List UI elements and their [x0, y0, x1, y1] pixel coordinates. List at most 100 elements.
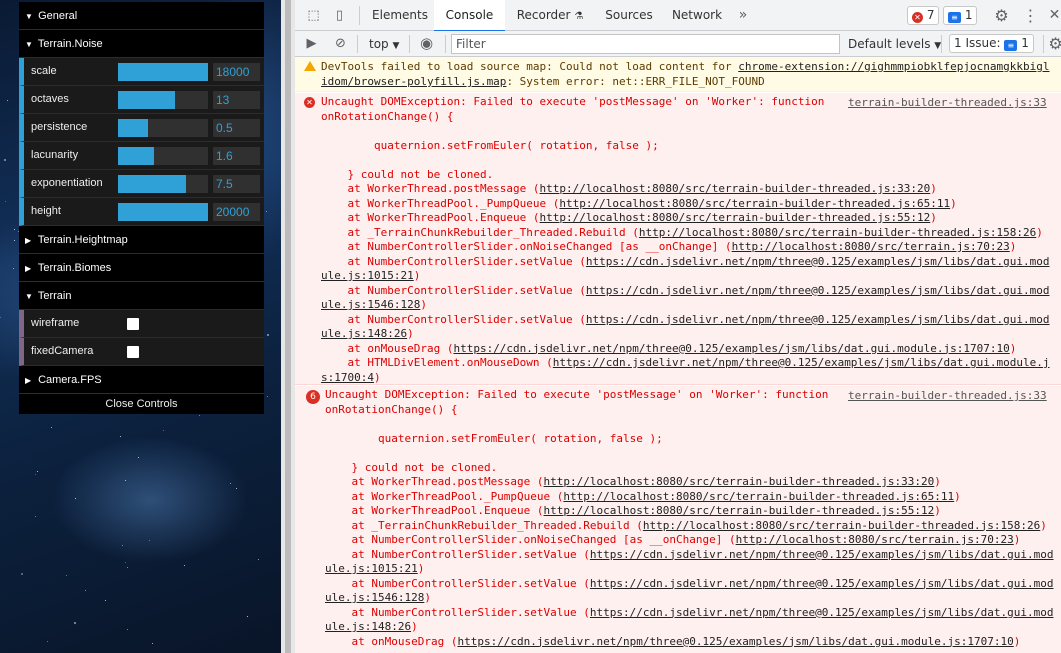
more-tabs-chevron-icon[interactable]: » — [731, 0, 755, 31]
inspect-element-icon[interactable]: ⬚ — [305, 7, 322, 24]
folder-camera-fps[interactable]: ▶ Camera.FPS — [19, 366, 264, 394]
clear-console-icon[interactable]: ⊘ — [332, 35, 349, 52]
gui-slider[interactable] — [118, 119, 208, 137]
stack-link[interactable]: ule.js:148:26 — [325, 620, 411, 633]
stack-link[interactable]: http://localhost:8080/src/terrain-builde… — [643, 519, 1040, 532]
resizer-bar — [285, 0, 291, 653]
tab-recorder[interactable]: Recorder ⚗ — [505, 0, 595, 31]
filterbar-separator — [445, 35, 446, 53]
close-controls-button[interactable]: Close Controls — [19, 394, 264, 414]
issues-button[interactable]: 1 Issue: ≡ 1 — [949, 34, 1034, 53]
error-count-badge[interactable]: ✕ 7 — [907, 6, 940, 25]
folder-terrain[interactable]: ▼ Terrain — [19, 282, 264, 310]
stack-link[interactable]: https://cdn.jsdelivr.net/npm/three@0.125… — [590, 606, 1054, 619]
eye-icon[interactable]: ◉ — [418, 35, 435, 52]
stack-link[interactable]: http://localhost:8080/src/terrain-builde… — [544, 504, 935, 517]
gui-row-exponentiation: exponentiation 7.5 — [19, 170, 264, 198]
warning-link[interactable]: idom/browser-polyfill.js.map — [321, 75, 506, 88]
console-settings-gear-icon[interactable]: ⚙ — [1047, 35, 1061, 52]
gui-slider[interactable] — [118, 63, 208, 81]
error-text: onRotationChange() { — [321, 109, 454, 123]
star — [138, 456, 140, 458]
folder-terrain-noise[interactable]: ▼ Terrain.Noise — [19, 30, 264, 58]
gui-number-input[interactable]: 1.6 — [213, 147, 260, 165]
filterbar-separator — [941, 35, 942, 53]
gui-number-input[interactable]: 18000 — [213, 63, 260, 81]
stack-link[interactable]: http://localhost:8080/src/terrain.js:70:… — [736, 533, 1014, 546]
stack-link[interactable]: ule.js:1015:21 — [325, 562, 418, 575]
stack-link[interactable]: https://cdn.jsdelivr.net/npm/three@0.125… — [553, 356, 1050, 369]
error-line: onRotationChange() { — [321, 110, 453, 125]
slider-fill — [118, 63, 208, 81]
error-line: ule.js:1015:21) — [325, 562, 424, 577]
gui-slider[interactable] — [118, 147, 208, 165]
tab-sources[interactable]: Sources — [595, 0, 663, 31]
gui-number-input[interactable]: 0.5 — [213, 119, 260, 137]
settings-gear-icon[interactable]: ⚙ — [993, 7, 1010, 24]
error-line: at WorkerThread.postMessage (http://loca… — [325, 475, 940, 490]
stack-link[interactable]: s:1700:4 — [321, 371, 374, 384]
star — [246, 616, 248, 618]
error-line: at NumberControllerSlider.setValue (http… — [325, 547, 1054, 563]
gui-number-input[interactable]: 7.5 — [213, 175, 260, 193]
error-source-link[interactable]: terrain-builder-threaded.js:33 — [848, 389, 1047, 402]
pane-resizer[interactable] — [281, 0, 295, 653]
message-count-badge[interactable]: ≡ 1 — [943, 6, 978, 25]
gui-label: height — [31, 205, 61, 217]
tab-console[interactable]: Console — [434, 0, 505, 32]
gui-checkbox[interactable] — [127, 318, 139, 330]
gui-number-input[interactable]: 13 — [213, 91, 260, 109]
device-toolbar-icon[interactable]: ▯ — [331, 7, 348, 24]
stack-link[interactable]: ule.js:148:26 — [321, 327, 407, 340]
sidebar-toggle-icon[interactable]: ▶ — [303, 35, 320, 52]
error-source-link[interactable]: terrain-builder-threaded.js:33 — [848, 96, 1047, 109]
context-selector[interactable]: top ▼ — [369, 31, 399, 57]
stack-link[interactable]: https://cdn.jsdelivr.net/npm/three@0.125… — [586, 313, 1050, 326]
stack-link[interactable]: http://localhost:8080/src/terrain-builde… — [559, 197, 950, 210]
gui-checkbox[interactable] — [127, 346, 139, 358]
folder-general[interactable]: ▼ General — [19, 2, 264, 30]
three-scene-canvas[interactable]: ▼ General ▼ Terrain.Noise scale 18000 octa… — [0, 0, 281, 653]
stack-link[interactable]: https://cdn.jsdelivr.net/npm/three@0.125… — [453, 342, 1009, 355]
star — [183, 565, 185, 567]
error-text: at NumberControllerSlider.setValue ( — [325, 547, 590, 561]
stack-link[interactable]: http://localhost:8080/src/terrain-builde… — [540, 182, 931, 195]
log-levels-dropdown[interactable]: Default levels ▼ — [848, 31, 941, 57]
stack-link[interactable]: http://localhost:8080/src/terrain-builde… — [540, 211, 931, 224]
error-line: } could not be cloned. — [325, 461, 497, 476]
warning-link[interactable]: chrome-extension://gighmmpiobklfepjocnam… — [738, 60, 1049, 73]
error-text: quaternion.setFromEuler( rotation, false… — [321, 138, 659, 152]
star — [0, 316, 2, 318]
stack-link[interactable]: https://cdn.jsdelivr.net/npm/three@0.125… — [457, 635, 1013, 648]
tab-elements[interactable]: Elements — [366, 0, 434, 31]
stack-link[interactable]: https://cdn.jsdelivr.net/npm/three@0.125… — [590, 577, 1054, 590]
stack-link[interactable]: ule.js:1546:128 — [325, 591, 424, 604]
stack-link[interactable]: http://localhost:8080/src/terrain-builde… — [639, 226, 1036, 239]
message-icon: ≡ — [948, 12, 961, 23]
stack-link[interactable]: https://cdn.jsdelivr.net/npm/three@0.125… — [590, 548, 1054, 561]
stack-link[interactable]: http://localhost:8080/src/terrain-builde… — [563, 490, 954, 503]
error-line: quaternion.setFromEuler( rotation, false… — [321, 139, 659, 154]
stack-link[interactable]: ule.js:1015:21 — [321, 269, 414, 282]
gui-slider[interactable] — [118, 203, 208, 221]
error-text: ) — [1009, 341, 1017, 355]
gui-slider[interactable] — [118, 91, 208, 109]
folder-terrain-heightmap[interactable]: ▶ Terrain.Heightmap — [19, 226, 264, 254]
stack-link[interactable]: https://cdn.jsdelivr.net/npm/three@0.125… — [586, 255, 1050, 268]
star — [149, 539, 151, 541]
stack-link[interactable]: https://cdn.jsdelivr.net/npm/three@0.125… — [586, 284, 1050, 297]
stack-link[interactable]: http://localhost:8080/src/terrain-builde… — [544, 475, 935, 488]
tab-network[interactable]: Network — [663, 0, 731, 31]
stack-link[interactable]: ule.js:1546:128 — [321, 298, 420, 311]
console-warning-message: DevTools failed to load source map: Coul… — [295, 57, 1061, 92]
gui-slider[interactable] — [118, 175, 208, 193]
star — [51, 427, 53, 429]
gui-number-input[interactable]: 20000 — [213, 203, 260, 221]
more-options-kebab-icon[interactable]: ⋮ — [1022, 7, 1039, 24]
close-icon[interactable]: ✕ — [1046, 7, 1061, 24]
stack-link[interactable]: http://localhost:8080/src/terrain.js:70:… — [732, 240, 1010, 253]
filter-input[interactable] — [451, 34, 840, 54]
folder-terrain-biomes[interactable]: ▶ Terrain.Biomes — [19, 254, 264, 282]
error-text: at NumberControllerSlider.onNoiseChanged… — [325, 533, 736, 546]
error-line: at WorkerThreadPool._PumpQueue (http://l… — [325, 490, 960, 505]
